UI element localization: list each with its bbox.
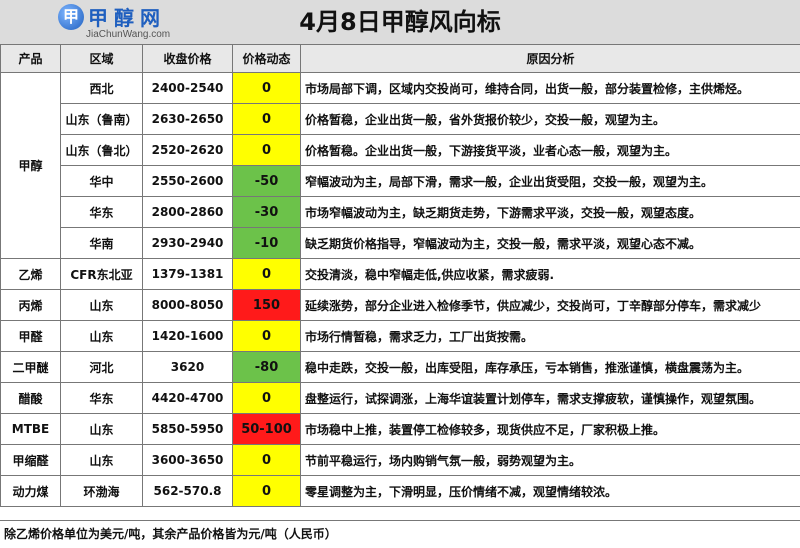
change-cell: -80 <box>233 352 301 383</box>
region-cell: 西北 <box>61 73 143 104</box>
table-row: 山东（鲁南） 2630-2650 0 价格暂稳，企业出货一般，省外货报价较少，交… <box>1 104 800 135</box>
price-cell: 2630-2650 <box>143 104 233 135</box>
page-title: 4月8日甲醇风向标 <box>0 0 800 44</box>
region-cell: 华东 <box>61 383 143 414</box>
reason-cell: 缺乏期货价格指导，窄幅波动为主，交投一般，需求平淡，观望心态不减。 <box>301 228 800 259</box>
table-header-row: 产品 区域 收盘价格 价格动态 原因分析 <box>1 45 800 73</box>
table-row: 动力煤 环渤海 562-570.8 0 零星调整为主，下滑明显，压价情绪不减，观… <box>1 476 800 507</box>
region-cell: 华南 <box>61 228 143 259</box>
change-cell: 0 <box>233 104 301 135</box>
price-cell: 2800-2860 <box>143 197 233 228</box>
reason-cell: 市场行情暂稳，需求乏力，工厂出货按需。 <box>301 321 800 352</box>
column-header-region: 区域 <box>61 45 143 73</box>
column-header-product: 产品 <box>1 45 61 73</box>
change-cell: 50-100 <box>233 414 301 445</box>
product-cell: 乙烯 <box>1 259 61 290</box>
table-row: 甲缩醛 山东 3600-3650 0 节前平稳运行，场内购销气氛一般，弱势观望为… <box>1 445 800 476</box>
price-cell: 5850-5950 <box>143 414 233 445</box>
table-row: 丙烯 山东 8000-8050 150 延续涨势，部分企业进入检修季节，供应减少… <box>1 290 800 321</box>
region-cell: 山东 <box>61 445 143 476</box>
table-row: 华南 2930-2940 -10 缺乏期货价格指导，窄幅波动为主，交投一般，需求… <box>1 228 800 259</box>
table-row: 华中 2550-2600 -50 窄幅波动为主，局部下滑，需求一般，企业出货受阻… <box>1 166 800 197</box>
price-cell: 1420-1600 <box>143 321 233 352</box>
change-cell: -50 <box>233 166 301 197</box>
table-row: 华东 2800-2860 -30 市场窄幅波动为主，缺乏期货走势，下游需求平淡，… <box>1 197 800 228</box>
footer-note: 除乙烯价格单位为美元/吨，其余产品价格皆为元/吨（人民币） <box>0 520 800 548</box>
table-row: 乙烯 CFR东北亚 1379-1381 0 交投清淡，稳中窄幅走低,供应收紧，需… <box>1 259 800 290</box>
product-cell: 二甲醚 <box>1 352 61 383</box>
table-row: MTBE 山东 5850-5950 50-100 市场稳中上推，装置停工检修较多… <box>1 414 800 445</box>
table-row: 二甲醚 河北 3620 -80 稳中走跌，交投一般，出库受阻，库存承压，亏本销售… <box>1 352 800 383</box>
reason-cell: 市场稳中上推，装置停工检修较多，现货供应不足，厂家积极上推。 <box>301 414 800 445</box>
table-row: 山东（鲁北） 2520-2620 0 价格暂稳。企业出货一般，下游接货平淡，业者… <box>1 135 800 166</box>
change-cell: 0 <box>233 476 301 507</box>
change-cell: 0 <box>233 321 301 352</box>
column-header-reason: 原因分析 <box>301 45 800 73</box>
region-cell: 河北 <box>61 352 143 383</box>
indicator-table: 产品 区域 收盘价格 价格动态 原因分析 甲醇 西北 2400-2540 0 市… <box>0 44 800 507</box>
change-cell: 0 <box>233 135 301 166</box>
region-cell: 山东 <box>61 290 143 321</box>
product-cell: MTBE <box>1 414 61 445</box>
region-cell: 山东（鲁北） <box>61 135 143 166</box>
header-bar: 甲 甲醇网 JiaChunWang.com 4月8日甲醇风向标 <box>0 0 800 45</box>
region-cell: 山东（鲁南） <box>61 104 143 135</box>
price-cell: 2550-2600 <box>143 166 233 197</box>
product-cell: 醋酸 <box>1 383 61 414</box>
reason-cell: 延续涨势，部分企业进入检修季节，供应减少，交投尚可，丁辛醇部分停车，需求减少 <box>301 290 800 321</box>
product-cell: 甲醛 <box>1 321 61 352</box>
change-cell: 0 <box>233 259 301 290</box>
reason-cell: 价格暂稳。企业出货一般，下游接货平淡，业者心态一般，观望为主。 <box>301 135 800 166</box>
region-cell: CFR东北亚 <box>61 259 143 290</box>
price-cell: 3600-3650 <box>143 445 233 476</box>
product-cell: 甲缩醛 <box>1 445 61 476</box>
region-cell: 华中 <box>61 166 143 197</box>
change-cell: 150 <box>233 290 301 321</box>
reason-cell: 市场局部下调，区域内交投尚可，维持合同，出货一般，部分装置检修，主供烯烃。 <box>301 73 800 104</box>
table-row: 甲醇 西北 2400-2540 0 市场局部下调，区域内交投尚可，维持合同，出货… <box>1 73 800 104</box>
change-cell: 0 <box>233 445 301 476</box>
product-cell: 甲醇 <box>1 73 61 259</box>
column-header-change: 价格动态 <box>233 45 301 73</box>
table-row: 醋酸 华东 4420-4700 0 盘整运行，试探调涨，上海华谊装置计划停车，需… <box>1 383 800 414</box>
reason-cell: 零星调整为主，下滑明显，压价情绪不减，观望情绪较浓。 <box>301 476 800 507</box>
change-cell: -10 <box>233 228 301 259</box>
price-cell: 4420-4700 <box>143 383 233 414</box>
region-cell: 华东 <box>61 197 143 228</box>
region-cell: 山东 <box>61 414 143 445</box>
price-cell: 8000-8050 <box>143 290 233 321</box>
reason-cell: 节前平稳运行，场内购销气氛一般，弱势观望为主。 <box>301 445 800 476</box>
table-row: 甲醛 山东 1420-1600 0 市场行情暂稳，需求乏力，工厂出货按需。 <box>1 321 800 352</box>
product-cell: 动力煤 <box>1 476 61 507</box>
price-cell: 3620 <box>143 352 233 383</box>
reason-cell: 盘整运行，试探调涨，上海华谊装置计划停车，需求支撑疲软，谨慎操作，观望氛围。 <box>301 383 800 414</box>
reason-cell: 交投清淡，稳中窄幅走低,供应收紧，需求疲弱. <box>301 259 800 290</box>
region-cell: 环渤海 <box>61 476 143 507</box>
price-cell: 2520-2620 <box>143 135 233 166</box>
reason-cell: 价格暂稳，企业出货一般，省外货报价较少，交投一般，观望为主。 <box>301 104 800 135</box>
product-cell: 丙烯 <box>1 290 61 321</box>
region-cell: 山东 <box>61 321 143 352</box>
reason-cell: 市场窄幅波动为主，缺乏期货走势，下游需求平淡，交投一般，观望态度。 <box>301 197 800 228</box>
price-cell: 1379-1381 <box>143 259 233 290</box>
change-cell: -30 <box>233 197 301 228</box>
change-cell: 0 <box>233 383 301 414</box>
change-cell: 0 <box>233 73 301 104</box>
reason-cell: 窄幅波动为主，局部下滑，需求一般，企业出货受阻，交投一般，观望为主。 <box>301 166 800 197</box>
price-cell: 2930-2940 <box>143 228 233 259</box>
price-cell: 562-570.8 <box>143 476 233 507</box>
price-cell: 2400-2540 <box>143 73 233 104</box>
reason-cell: 稳中走跌，交投一般，出库受阻，库存承压，亏本销售，推涨谨慎，横盘震荡为主。 <box>301 352 800 383</box>
column-header-price: 收盘价格 <box>143 45 233 73</box>
